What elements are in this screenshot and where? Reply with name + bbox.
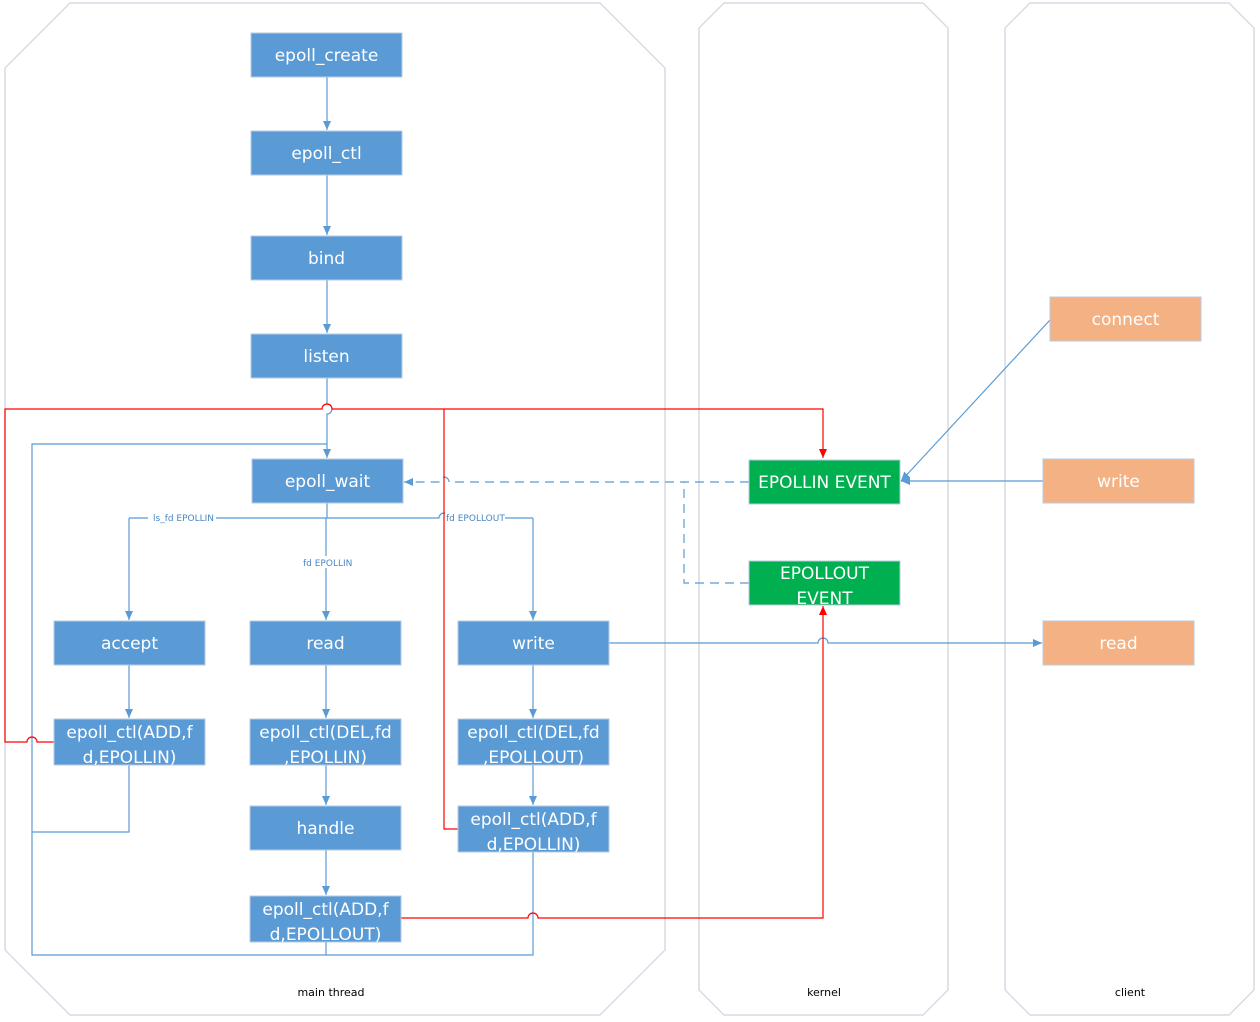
node-accept[interactable]: accept [53,620,206,666]
node-label: epoll_create [275,46,379,66]
node-label: d,EPOLLIN) [487,835,581,855]
node-listen[interactable]: listen [250,333,403,379]
node-label: epoll_ctl(ADD,f [262,900,389,920]
node-write[interactable]: write [457,620,610,666]
node-ctl-del-in[interactable]: epoll_ctl(DEL,fd ,EPOLLIN) [249,718,402,768]
node-label: d,EPOLLOUT) [270,925,382,945]
node-label: read [1099,634,1137,654]
node-label: ,EPOLLIN) [284,748,367,768]
node-ctl-add-in-write[interactable]: epoll_ctl(ADD,f d,EPOLLIN) [457,805,610,855]
epoll-flow-diagram: main thread kernel client ls_fd EPOLLIN … [4,2,1255,1016]
lane-label-client: client [1115,986,1146,999]
edge-label-ls-fd-epollin: ls_fd EPOLLIN [153,514,214,524]
node-label: EPOLLIN EVENT [758,473,891,493]
node-label: epoll_wait [285,472,371,492]
node-label: ,EPOLLOUT) [483,748,584,768]
node-label: EVENT [796,589,853,609]
node-epollin-event[interactable]: EPOLLIN EVENT [748,459,901,505]
node-label: accept [101,634,158,654]
node-client-write[interactable]: write [1042,458,1195,504]
node-epoll-wait[interactable]: epoll_wait [251,458,404,504]
node-label: epoll_ctl(DEL,fd [467,723,599,743]
lane-label-main-thread: main thread [297,986,364,999]
node-epollout-event[interactable]: EPOLLOUT EVENT [748,560,901,609]
node-label: epoll_ctl(ADD,f [66,723,193,743]
node-epoll-ctl[interactable]: epoll_ctl [250,130,403,176]
node-read[interactable]: read [249,620,402,666]
node-epoll-create[interactable]: epoll_create [250,32,403,78]
edge-label-fd-epollout: fd EPOLLOUT [446,514,505,524]
node-label: connect [1092,310,1160,330]
node-label: read [306,634,344,654]
lane-label-kernel: kernel [807,986,841,999]
node-label: d,EPOLLIN) [83,748,177,768]
node-bind[interactable]: bind [250,235,403,281]
edge-label-fd-epollin: fd EPOLLIN [303,559,352,569]
node-label: write [512,634,555,654]
node-label: listen [303,347,349,367]
node-label: write [1097,472,1140,492]
node-handle[interactable]: handle [249,805,402,851]
node-client-read[interactable]: read [1042,620,1195,666]
node-client-connect[interactable]: connect [1049,296,1202,342]
lane-client: client [1004,2,1255,1016]
node-label: handle [297,819,355,839]
node-label: epoll_ctl(DEL,fd [259,723,391,743]
node-label: bind [308,249,345,269]
node-ctl-del-out[interactable]: epoll_ctl(DEL,fd ,EPOLLOUT) [457,718,610,768]
node-label: EPOLLOUT [780,564,870,584]
node-label: epoll_ctl(ADD,f [470,810,597,830]
node-label: epoll_ctl [291,144,361,164]
node-ctl-add-out[interactable]: epoll_ctl(ADD,f d,EPOLLOUT) [249,895,402,945]
node-ctl-add-in-accept[interactable]: epoll_ctl(ADD,f d,EPOLLIN) [53,718,206,768]
